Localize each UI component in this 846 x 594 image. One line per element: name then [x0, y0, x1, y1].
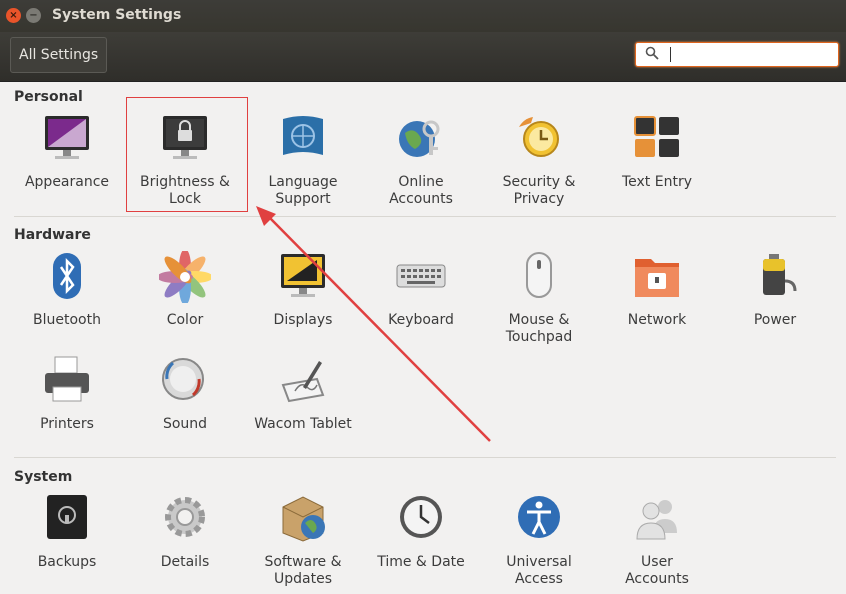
- annotation-arrow: [256, 206, 491, 442]
